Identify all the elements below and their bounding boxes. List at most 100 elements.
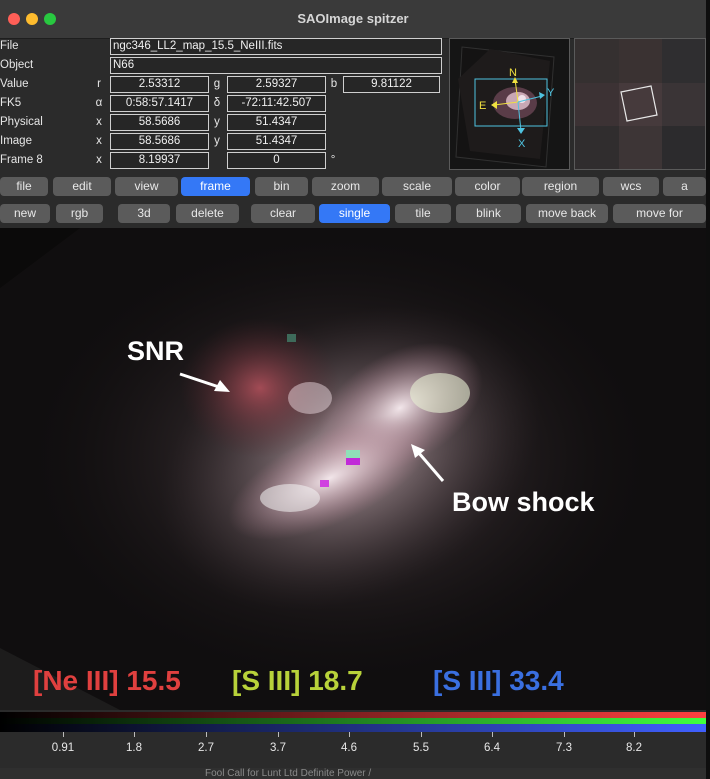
window-title: SAOImage spitzer bbox=[297, 11, 409, 26]
fk5-label: FK5 bbox=[0, 97, 22, 109]
frame-x-label: x bbox=[96, 154, 102, 166]
physical-x-label: x bbox=[96, 116, 102, 128]
main-button-view[interactable]: view bbox=[115, 177, 178, 196]
image-label: Image bbox=[0, 135, 32, 147]
value-g-label: g bbox=[213, 78, 221, 90]
main-button-a[interactable]: a bbox=[663, 177, 706, 196]
value-b-label: b bbox=[330, 78, 338, 90]
colorbar-tick-label: 1.8 bbox=[126, 742, 142, 754]
magnifier-view bbox=[575, 39, 705, 169]
legend-neiii: [Ne III] 15.5 bbox=[33, 665, 181, 696]
fk5-alpha-label: α bbox=[95, 97, 103, 109]
main-button-edit[interactable]: edit bbox=[53, 177, 111, 196]
colorbar-tick-label: 6.4 bbox=[484, 742, 500, 754]
main-button-bar: file edit view frame bin zoom scale color region… bbox=[0, 177, 706, 197]
main-button-zoom[interactable]: zoom bbox=[312, 177, 379, 196]
panner[interactable]: N E Y X bbox=[449, 38, 570, 170]
image-y-field[interactable]: 51.4347 bbox=[227, 133, 326, 150]
object-field[interactable]: N66 bbox=[110, 57, 442, 74]
object-label: Object bbox=[0, 59, 34, 71]
colorbar-tick-mark bbox=[492, 732, 493, 737]
frame-button-3d[interactable]: 3d bbox=[118, 204, 170, 223]
frame-button-rgb[interactable]: rgb bbox=[56, 204, 103, 223]
colorbar-tick-label: 8.2 bbox=[626, 742, 642, 754]
value-g-field[interactable]: 2.59327 bbox=[227, 76, 326, 93]
colorbar-tick-label: 7.3 bbox=[556, 742, 572, 754]
frame-button-bar: new rgb 3d delete clear single tile blink move b… bbox=[0, 204, 706, 224]
colorbar-tick-mark bbox=[421, 732, 422, 737]
file-label: File bbox=[0, 40, 19, 52]
image-x-field[interactable]: 58.5686 bbox=[110, 133, 209, 150]
panner-thumbnail: N E Y X bbox=[455, 46, 555, 168]
colorbar-tick-label: 4.6 bbox=[341, 742, 357, 754]
fk5-delta-field[interactable]: -72:11:42.507 bbox=[227, 95, 326, 112]
fk5-alpha-field[interactable]: 0:58:57.1417 bbox=[110, 95, 209, 112]
ds9-window: SAOImage spitzer File ngc346_LL2_map_15.… bbox=[0, 0, 706, 779]
value-r-label: r bbox=[97, 78, 101, 90]
colorbar-tick-label: 0.91 bbox=[51, 742, 75, 754]
fk5-row: FK5 α 0:58:57.1417 δ -72:11:42.507 bbox=[0, 95, 445, 112]
background-window-strip: Fool Call for Lunt Ltd Definite Power / bbox=[0, 768, 706, 779]
physical-y-field[interactable]: 51.4347 bbox=[227, 114, 326, 131]
frame-button-delete[interactable]: delete bbox=[176, 204, 239, 223]
main-button-scale[interactable]: scale bbox=[382, 177, 452, 196]
desktop-edge bbox=[706, 0, 710, 779]
main-button-frame[interactable]: frame bbox=[181, 177, 250, 196]
main-button-bin[interactable]: bin bbox=[255, 177, 308, 196]
main-button-file[interactable]: file bbox=[0, 177, 48, 196]
image-row: Image x 58.5686 y 51.4347 bbox=[0, 133, 445, 150]
file-row: File ngc346_LL2_map_15.5_NeIII.fits bbox=[0, 38, 445, 55]
file-field[interactable]: ngc346_LL2_map_15.5_NeIII.fits bbox=[110, 38, 442, 55]
colorbar-tick-mark bbox=[63, 732, 64, 737]
value-r-field[interactable]: 2.53312 bbox=[110, 76, 209, 93]
frame-row: Frame 8 x 8.19937 0 ° bbox=[0, 152, 445, 169]
panner-y-label: Y bbox=[547, 87, 555, 99]
frame-button-move-back[interactable]: move back bbox=[526, 204, 608, 223]
background-text: Fool Call for Lunt Ltd Definite Power / bbox=[205, 768, 372, 779]
frame-zoom-field[interactable]: 8.19937 bbox=[110, 152, 209, 169]
panner-x-label: X bbox=[518, 138, 526, 150]
value-label: Value bbox=[0, 78, 29, 90]
main-button-wcs[interactable]: wcs bbox=[603, 177, 659, 196]
colorbar-tick-mark bbox=[349, 732, 350, 737]
physical-x-field[interactable]: 58.5686 bbox=[110, 114, 209, 131]
title-bar: SAOImage spitzer bbox=[0, 0, 706, 39]
object-row: Object N66 bbox=[0, 57, 445, 74]
colorbar-tick-mark bbox=[134, 732, 135, 737]
colorbar-tick-mark bbox=[206, 732, 207, 737]
value-row: Value r 2.53312 g 2.59327 b 9.81122 bbox=[0, 76, 445, 93]
magnifier bbox=[574, 38, 706, 170]
physical-label: Physical bbox=[0, 116, 43, 128]
degree-symbol: ° bbox=[330, 154, 336, 166]
rgb-image bbox=[0, 228, 706, 710]
frame-button-move-for[interactable]: move for bbox=[613, 204, 706, 223]
colorbar-tick-mark bbox=[634, 732, 635, 737]
frame-button-new[interactable]: new bbox=[0, 204, 50, 223]
colorbar-gradient bbox=[0, 712, 706, 732]
panner-east-label: E bbox=[479, 100, 486, 112]
colorbar[interactable] bbox=[0, 712, 706, 732]
physical-row: Physical x 58.5686 y 51.4347 bbox=[0, 114, 445, 131]
image-x-label: x bbox=[96, 135, 102, 147]
colorbar-tick-label: 3.7 bbox=[270, 742, 286, 754]
frame-button-blink[interactable]: blink bbox=[456, 204, 521, 223]
image-display[interactable]: SNR Bow shock [Ne III] 15.5 [S III] 18.7… bbox=[0, 228, 706, 710]
legend-siii-187: [S III] 18.7 bbox=[232, 665, 363, 696]
frame-button-single[interactable]: single bbox=[319, 204, 390, 223]
snr-label: SNR bbox=[127, 336, 185, 366]
main-button-region[interactable]: region bbox=[522, 177, 599, 196]
bow-shock-label: Bow shock bbox=[452, 487, 595, 517]
main-button-color[interactable]: color bbox=[455, 177, 520, 196]
frame-angle-field[interactable]: 0 bbox=[227, 152, 326, 169]
frame-label: Frame 8 bbox=[0, 154, 43, 166]
value-b-field[interactable]: 9.81122 bbox=[343, 76, 440, 93]
fk5-delta-label: δ bbox=[213, 97, 221, 109]
colorbar-tick-mark bbox=[564, 732, 565, 737]
colorbar-tick-mark bbox=[278, 732, 279, 737]
legend-siii-334: [S III] 33.4 bbox=[433, 665, 564, 696]
panner-north-label: N bbox=[509, 67, 517, 79]
frame-button-clear[interactable]: clear bbox=[251, 204, 315, 223]
frame-button-tile[interactable]: tile bbox=[395, 204, 451, 223]
colorbar-tick-label: 2.7 bbox=[198, 742, 214, 754]
physical-y-label: y bbox=[214, 116, 220, 128]
